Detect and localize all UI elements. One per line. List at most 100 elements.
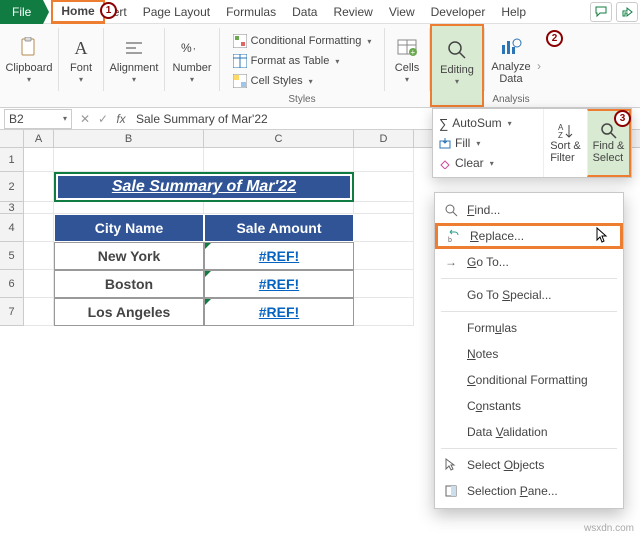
conditional-formatting-button[interactable]: Conditional Formatting▾ bbox=[229, 32, 376, 50]
menu-notes[interactable]: Notes bbox=[435, 341, 623, 367]
cell-C6[interactable]: #REF! bbox=[204, 270, 354, 298]
autosum-button[interactable]: ∑AutoSum▾ bbox=[437, 113, 539, 133]
cell-D5[interactable] bbox=[354, 242, 414, 270]
menu-formulas[interactable]: Formulas bbox=[435, 315, 623, 341]
col-C[interactable]: C bbox=[204, 130, 354, 147]
sort-filter-button[interactable]: AZ Sort & Filter bbox=[543, 109, 587, 177]
cell-C3[interactable] bbox=[204, 202, 354, 214]
comments-icon[interactable] bbox=[590, 2, 612, 22]
tab-page-layout[interactable]: Page Layout bbox=[135, 0, 218, 24]
col-D[interactable]: D bbox=[354, 130, 414, 147]
tab-help[interactable]: Help bbox=[493, 0, 534, 24]
cell-C1[interactable] bbox=[204, 148, 354, 172]
cell-C5[interactable]: #REF! bbox=[204, 242, 354, 270]
share-icon[interactable] bbox=[616, 2, 638, 22]
find-select-menu: FFind...ind... b Replace... →Go To... Go… bbox=[434, 192, 624, 509]
editing-button[interactable]: Editing bbox=[431, 30, 483, 94]
cf-icon bbox=[233, 34, 247, 48]
tab-data[interactable]: Data bbox=[284, 0, 325, 24]
cells-button[interactable]: + Cells bbox=[381, 28, 433, 92]
cell-C7[interactable]: #REF! bbox=[204, 298, 354, 326]
eraser-icon bbox=[439, 157, 451, 169]
cell-A5[interactable] bbox=[24, 242, 54, 270]
pointer-icon bbox=[443, 457, 459, 473]
font-button[interactable]: A Font bbox=[55, 28, 107, 92]
svg-text:b: b bbox=[448, 237, 452, 243]
group-font: A Font bbox=[59, 24, 103, 107]
replace-icon: b bbox=[446, 228, 462, 244]
fx-icon[interactable]: fx bbox=[112, 112, 130, 126]
table-icon bbox=[233, 54, 247, 68]
cell-D1[interactable] bbox=[354, 148, 414, 172]
cell-D2[interactable] bbox=[354, 172, 414, 202]
enter-icon[interactable]: ✓ bbox=[94, 112, 112, 126]
cell-D4[interactable] bbox=[354, 214, 414, 242]
group-analysis: Analyze Data Analysis bbox=[485, 24, 537, 107]
cell-D6[interactable] bbox=[354, 270, 414, 298]
row-2[interactable]: 2 bbox=[0, 172, 24, 202]
cell-B5[interactable]: New York bbox=[54, 242, 204, 270]
menu-conditional-formatting[interactable]: Conditional Formatting bbox=[435, 367, 623, 393]
cell-title[interactable]: Sale Summary of Mar'22 bbox=[54, 172, 354, 202]
sort-icon: AZ bbox=[557, 122, 575, 140]
row-3[interactable]: 3 bbox=[0, 202, 24, 214]
tab-review[interactable]: Review bbox=[325, 0, 380, 24]
cell-B6[interactable]: Boston bbox=[54, 270, 204, 298]
col-A[interactable]: A bbox=[24, 130, 54, 147]
cell-A2[interactable] bbox=[24, 172, 54, 202]
analyze-icon bbox=[499, 35, 523, 59]
callout-2: 2 bbox=[546, 30, 563, 47]
search-icon bbox=[443, 202, 459, 218]
menu-replace[interactable]: b Replace... bbox=[435, 223, 623, 249]
tab-developer[interactable]: Developer bbox=[423, 0, 494, 24]
cellstyles-icon bbox=[233, 74, 247, 88]
cell-B7[interactable]: Los Angeles bbox=[54, 298, 204, 326]
format-as-table-button[interactable]: Format as Table▾ bbox=[229, 52, 376, 70]
select-all-corner[interactable] bbox=[0, 130, 24, 147]
cell-header-amount[interactable]: Sale Amount bbox=[204, 214, 354, 242]
cell-A7[interactable] bbox=[24, 298, 54, 326]
svg-text:,: , bbox=[193, 41, 196, 51]
svg-text:+: + bbox=[411, 48, 416, 57]
tab-home[interactable]: Home bbox=[51, 0, 104, 24]
menu-select-objects[interactable]: Select Objects bbox=[435, 452, 623, 478]
cell-B1[interactable] bbox=[54, 148, 204, 172]
menu-goto[interactable]: →Go To... bbox=[435, 249, 623, 275]
cell-A1[interactable] bbox=[24, 148, 54, 172]
analyze-data-button[interactable]: Analyze Data bbox=[485, 28, 537, 92]
row-5[interactable]: 5 bbox=[0, 242, 24, 270]
tab-view[interactable]: View bbox=[381, 0, 423, 24]
cell-A6[interactable] bbox=[24, 270, 54, 298]
fill-button[interactable]: Fill▾ bbox=[437, 133, 539, 153]
number-button[interactable]: %, Number bbox=[166, 28, 218, 92]
menu-goto-special[interactable]: Go To Special... bbox=[435, 282, 623, 308]
menu-data-validation[interactable]: Data Validation bbox=[435, 419, 623, 445]
tab-file[interactable]: File bbox=[0, 0, 43, 24]
alignment-icon bbox=[122, 36, 146, 60]
row-4[interactable]: 4 bbox=[0, 214, 24, 242]
clipboard-button[interactable]: Clipboard bbox=[3, 28, 55, 92]
tab-formulas[interactable]: Formulas bbox=[218, 0, 284, 24]
cell-styles-button[interactable]: Cell Styles▾ bbox=[229, 72, 376, 90]
menu-constants[interactable]: Constants bbox=[435, 393, 623, 419]
name-box[interactable]: B2▾ bbox=[4, 109, 72, 129]
cell-D7[interactable] bbox=[354, 298, 414, 326]
menu-find[interactable]: FFind...ind... bbox=[435, 197, 623, 223]
pane-icon bbox=[443, 483, 459, 499]
clear-button[interactable]: Clear▾ bbox=[437, 153, 539, 173]
alignment-button[interactable]: Alignment bbox=[108, 28, 160, 92]
row-7[interactable]: 7 bbox=[0, 298, 24, 326]
cell-D3[interactable] bbox=[354, 202, 414, 214]
ribbon: Clipboard A Font Alignment %, Number Con… bbox=[0, 24, 640, 108]
col-B[interactable]: B bbox=[54, 130, 204, 147]
cell-A3[interactable] bbox=[24, 202, 54, 214]
row-6[interactable]: 6 bbox=[0, 270, 24, 298]
cell-A4[interactable] bbox=[24, 214, 54, 242]
row-1[interactable]: 1 bbox=[0, 148, 24, 172]
clipboard-icon bbox=[17, 36, 41, 60]
menu-selection-pane[interactable]: Selection Pane... bbox=[435, 478, 623, 504]
cell-B3[interactable] bbox=[54, 202, 204, 214]
group-label-analysis: Analysis bbox=[485, 94, 537, 105]
cancel-icon[interactable]: ✕ bbox=[76, 112, 94, 126]
cell-header-city[interactable]: City Name bbox=[54, 214, 204, 242]
